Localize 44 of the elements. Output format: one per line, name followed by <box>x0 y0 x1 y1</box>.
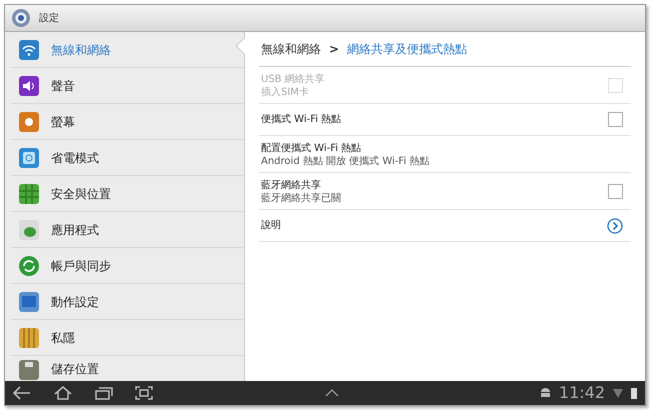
fence-icon <box>19 328 39 348</box>
clock: 11:42 <box>558 382 605 404</box>
wifi-icon <box>19 40 39 60</box>
preference-summary: 插入SIM卡 <box>261 87 310 98</box>
back-icon[interactable] <box>13 386 31 400</box>
preference-title: 配置便攜式 Wi-Fi 熱點 <box>261 142 362 156</box>
sidebar-item[interactable]: 動作設定 <box>11 284 244 320</box>
sidebar-item[interactable]: 安全與位置 <box>11 176 244 212</box>
preference-row[interactable]: 說明 <box>259 210 631 242</box>
settings-icon <box>11 8 31 28</box>
sidebar-item[interactable]: 私隱 <box>11 320 244 356</box>
screen-icon <box>19 292 39 312</box>
window-title: 設定 <box>39 12 59 26</box>
checkbox[interactable] <box>608 112 623 127</box>
chevron-up-icon[interactable] <box>325 389 339 397</box>
battery-icon <box>631 387 637 399</box>
sync-icon <box>19 256 39 276</box>
chevron-circle-icon[interactable] <box>607 218 623 234</box>
speaker-icon <box>19 76 39 96</box>
sidebar-item[interactable]: 螢幕 <box>11 104 244 140</box>
page-title: 網絡共享及便攜式熱點 <box>347 41 468 58</box>
breadcrumb-separator: > <box>329 41 340 58</box>
sidebar-item[interactable]: 帳戶與同步 <box>11 248 244 284</box>
preference-summary: 藍牙網絡共享已關 <box>261 193 342 204</box>
preference-row[interactable]: 便攜式 Wi-Fi 熱點 <box>259 104 631 136</box>
sidebar-item[interactable]: 聲音 <box>11 68 244 104</box>
screenshot-icon[interactable] <box>135 386 153 400</box>
preference-summary: Android 熱點 開放 便攜式 Wi-Fi 熱點 <box>261 156 430 167</box>
signal-icon <box>613 387 623 399</box>
preference-title: USB 網絡共享 <box>261 72 326 86</box>
home-icon[interactable] <box>53 386 73 400</box>
recent-apps-icon[interactable] <box>95 386 113 400</box>
preference-row[interactable]: 配置便攜式 Wi-Fi 熱點 Android 熱點 開放 便攜式 Wi-Fi 熱點 <box>259 136 631 173</box>
breadcrumb-parent[interactable]: 無線和網絡 <box>261 40 321 58</box>
preference-row[interactable]: 藍牙網絡共享 藍牙網絡共享已關 <box>259 173 631 210</box>
preference-title: 藍牙網絡共享 <box>261 178 322 192</box>
sidebar-item[interactable]: 儲存位置 <box>11 356 244 378</box>
sd-card-icon <box>19 360 39 380</box>
sidebar-item[interactable]: 省電模式 <box>11 140 244 176</box>
checkbox[interactable] <box>608 184 623 198</box>
grid-icon <box>19 184 39 204</box>
preference-title: 便攜式 Wi-Fi 熱點 <box>261 112 342 127</box>
preference-title: 說明 <box>261 218 282 233</box>
sidebar-item[interactable]: 應用程式 <box>11 212 244 248</box>
